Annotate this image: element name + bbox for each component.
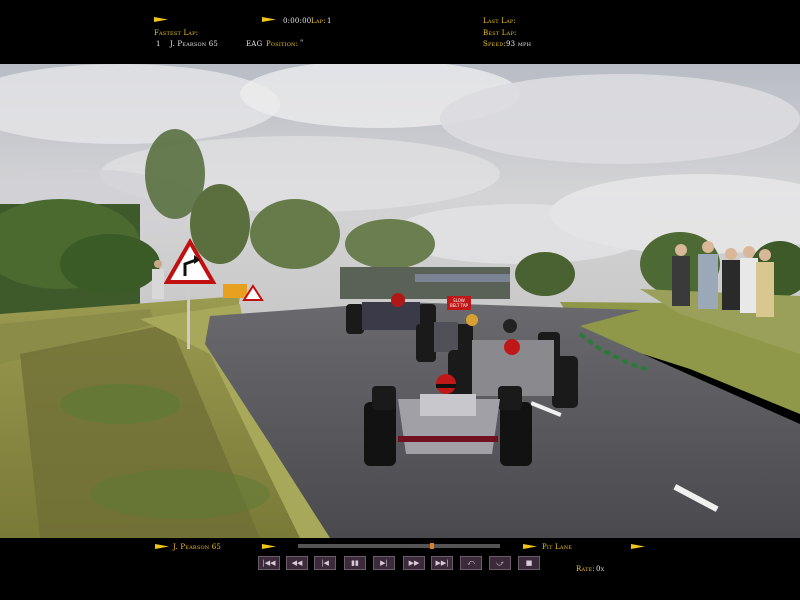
pit-sign: SLOW BELT TAP <box>447 296 471 310</box>
flag-icon <box>523 544 537 549</box>
race-viewport: SLOW BELT TAP <box>0 64 800 538</box>
fastest-lap-position: 1 <box>156 40 161 48</box>
previous-camera-button[interactable]: ⤺ <box>460 556 482 570</box>
race-time: 0:00:00 <box>283 17 312 25</box>
replay-seek-handle[interactable] <box>430 543 434 549</box>
lap-value: 1 <box>327 17 332 25</box>
replay-driver: J. Pearson 65 <box>173 543 222 551</box>
fastest-lap-code: EAG <box>246 40 263 48</box>
rate-label: Rate: <box>576 565 595 573</box>
position-value: " <box>300 39 304 47</box>
best-lap-label: Best Lap: <box>483 29 517 37</box>
fast-forward-button[interactable]: ▶▶ <box>403 556 425 570</box>
flag-icon <box>154 17 168 22</box>
flag-icon <box>262 17 276 22</box>
speed-value: 93 mph <box>506 40 532 48</box>
last-lap-label: Last Lap: <box>483 17 517 25</box>
replay-seek-bar[interactable] <box>298 544 500 548</box>
position-label: Position: <box>266 40 299 48</box>
next-camera-button[interactable]: ⤻ <box>489 556 511 570</box>
speed-label: Speed: <box>483 40 507 48</box>
flag-icon <box>262 544 276 549</box>
forward-to-end-button[interactable]: ▶▶| <box>431 556 453 570</box>
fast-rewind-button[interactable]: ◀◀ <box>286 556 308 570</box>
lap-label: Lap: <box>311 17 326 25</box>
step-forward-button[interactable]: ▶| <box>373 556 395 570</box>
flag-icon <box>155 544 169 549</box>
pause-button[interactable]: ▮▮ <box>344 556 366 570</box>
top-hud <box>0 0 800 64</box>
race-car-front <box>364 374 532 466</box>
pit-lane-label[interactable]: Pit Lane <box>542 543 572 551</box>
flag-icon <box>631 544 645 549</box>
stop-button[interactable]: ■ <box>518 556 540 570</box>
rewind-to-start-button[interactable]: |◀◀ <box>258 556 280 570</box>
grandstand-building <box>340 267 510 299</box>
svg-text:BELT TAP: BELT TAP <box>450 303 469 308</box>
rate-value: 0x <box>596 565 605 573</box>
fastest-lap-label: Fastest Lap: <box>154 29 199 37</box>
fastest-lap-driver: J. Pearson 65 <box>170 40 219 48</box>
step-back-button[interactable]: |◀ <box>314 556 336 570</box>
